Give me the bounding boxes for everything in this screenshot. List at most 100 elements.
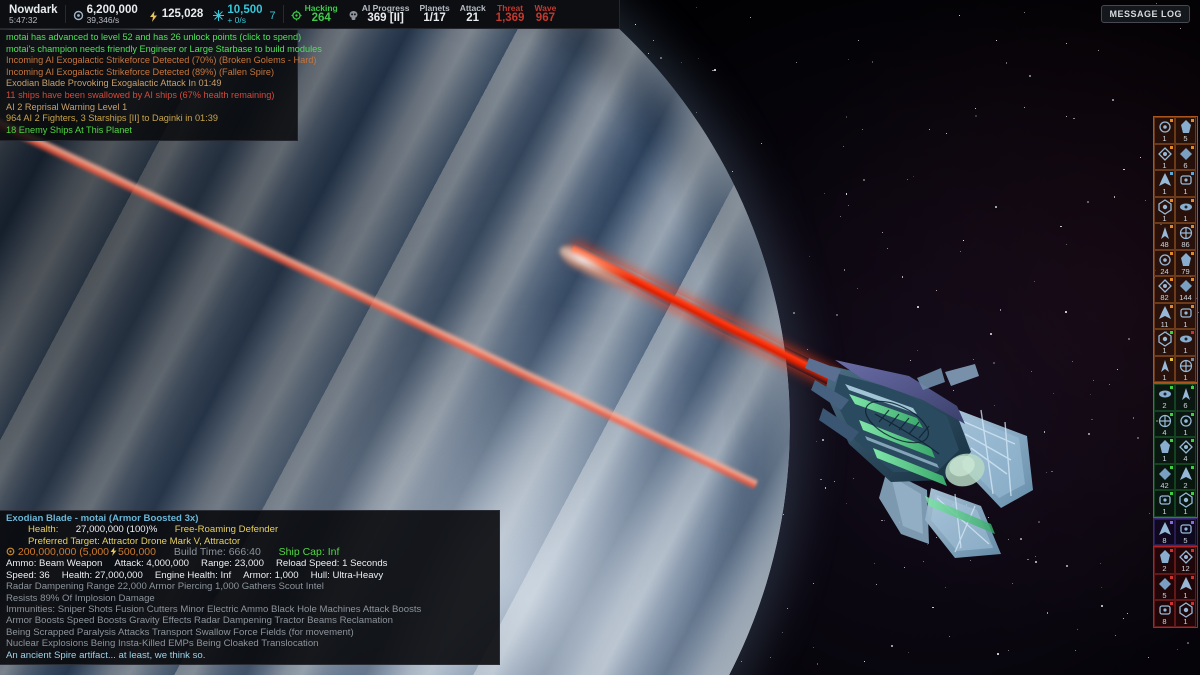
roster-cell[interactable]: 2	[1154, 384, 1175, 411]
roster-cell[interactable]: 6	[1175, 384, 1196, 411]
roster-status-marker	[1170, 119, 1173, 122]
roster-status-marker	[1191, 520, 1194, 524]
alert-message[interactable]: Incoming AI Exogalactic Strikeforce Dete…	[6, 55, 316, 67]
roster-cell[interactable]: 8	[1154, 518, 1175, 545]
roster-status-marker	[1191, 251, 1194, 255]
roster-cell-count: 1	[1183, 590, 1188, 600]
alert-panel: motai has advanced to level 52 and has 2…	[0, 30, 322, 142]
roster-cell[interactable]: 48	[1154, 223, 1175, 250]
stat-planets[interactable]: Planets 1/17	[414, 2, 454, 25]
stat-value: 36	[36, 569, 50, 581]
roster-cell[interactable]: 1	[1154, 117, 1175, 144]
alert-message[interactable]: Incoming AI Exogalactic Strikeforce Dete…	[6, 67, 293, 79]
stat-label: Engine Health:	[154, 569, 218, 581]
alert-message[interactable]: 11 ships have been swallowed by AI ships…	[6, 90, 293, 102]
roster-cell[interactable]: 1	[1175, 302, 1196, 329]
roster-cell[interactable]: 42	[1154, 463, 1175, 490]
roster-cell[interactable]: 5	[1175, 518, 1196, 545]
roster-cell[interactable]: 6	[1175, 143, 1196, 170]
roster-cell[interactable]: 2	[1154, 547, 1175, 574]
stat-attack[interactable]: Attack 21	[455, 3, 491, 25]
roster-cell-count: 5	[1183, 134, 1188, 143]
stat-value: Inf	[217, 569, 232, 581]
unit-roster-sidebar[interactable]: 1 5 1 6 1 1 1 1 48 86 24 79 82 144 11 1 1 1 1 1 2 6 4 1 1 4 42 2 1 1 8…	[1153, 116, 1198, 628]
unit-immunities: Immunities: Sniper Shots Fusion Cutters …	[6, 604, 494, 650]
roster-cell-count: 2	[1162, 564, 1167, 573]
stat-value: 1 Seconds	[339, 558, 388, 570]
roster-cell[interactable]: 1	[1175, 573, 1196, 600]
roster-cell[interactable]: 86	[1175, 223, 1196, 250]
build-time-label: Build Time:	[173, 545, 226, 558]
roster-cell[interactable]: 1	[1175, 410, 1196, 437]
roster-cell[interactable]: 1	[1175, 600, 1196, 627]
roster-cell[interactable]: 1	[1154, 490, 1175, 517]
stat-threat[interactable]: Threat 1,369	[491, 2, 530, 25]
alert-message[interactable]: Exodian Blade Provoking Exogalactic Atta…	[6, 78, 293, 90]
unit-stat-row: Ammo: Beam Weapon Attack: 4,000,000 Rang…	[6, 558, 494, 569]
resource-metal[interactable]: 6,200,000 39,346/s	[68, 4, 143, 25]
roster-cell[interactable]: 2	[1175, 463, 1196, 490]
game-time: 5:47:32	[9, 14, 38, 25]
roster-cell[interactable]: 12	[1175, 547, 1196, 574]
unit-stat-rows: Ammo: Beam Weapon Attack: 4,000,000 Rang…	[6, 558, 494, 581]
roster-cell[interactable]: 1	[1175, 329, 1196, 356]
roster-cell[interactable]: 1	[1154, 196, 1175, 223]
roster-cell[interactable]: 1	[1175, 355, 1196, 382]
hacking-icon	[291, 8, 302, 22]
roster-cell[interactable]: 1	[1154, 355, 1175, 382]
roster-cell-count: 4	[1183, 454, 1188, 463]
ai-progress-label: AI Progress	[361, 2, 410, 13]
alert-message[interactable]: 964 AI 2 Fighters, 3 Starships [II] to D…	[6, 113, 293, 125]
threat-label: Threat	[497, 2, 524, 13]
cost-line: 200,000,000 (5,000 500,000 Build Time: 6…	[6, 545, 494, 558]
roster-cell[interactable]: 79	[1175, 249, 1196, 276]
roster-cell[interactable]: 1	[1154, 170, 1175, 197]
roster-cell[interactable]: 5	[1154, 573, 1175, 600]
roster-cell-count: 1	[1162, 507, 1167, 516]
roster-cell[interactable]: 4	[1175, 437, 1196, 464]
roster-cell[interactable]: 4	[1154, 410, 1175, 437]
roster-cell[interactable]: 1	[1175, 170, 1196, 197]
roster-status-marker	[1191, 575, 1194, 579]
energy-cost-icon	[109, 546, 118, 556]
roster-cell[interactable]: 8	[1154, 600, 1175, 627]
threat-value: 1,369	[495, 12, 525, 25]
roster-cell[interactable]: 1	[1154, 329, 1175, 356]
roster-status-marker	[1170, 602, 1173, 605]
exodian-blade-ship[interactable]	[805, 348, 1040, 563]
roster-cell[interactable]: 144	[1175, 276, 1196, 303]
health-value: 27,000,000 (100)%	[75, 524, 158, 536]
alert-message[interactable]: 18 Enemy Ships At This Planet	[6, 125, 293, 137]
message-log-button[interactable]: MESSAGE LOG	[1101, 5, 1190, 23]
resource-energy[interactable]: 125,028	[143, 8, 209, 22]
roster-cell[interactable]: 1	[1175, 490, 1196, 517]
alert-message[interactable]: AI 2 Reprisal Warning Level 1	[6, 102, 293, 114]
hacking-value: 264	[311, 12, 331, 25]
planets-label: Planets	[419, 2, 450, 13]
alert-message[interactable]: motai has advanced to level 52 and has 2…	[6, 32, 301, 44]
stat-ai-progress[interactable]: AI Progress 369 [II]	[343, 2, 415, 25]
roster-status-marker	[1191, 386, 1194, 389]
roster-cell[interactable]: 1	[1175, 196, 1196, 223]
alert-message[interactable]: motai's champion needs friendly Engineer…	[6, 44, 322, 56]
roster-status-marker	[1170, 198, 1173, 202]
roster-cell-count: 1	[1183, 187, 1188, 196]
roster-cell[interactable]: 11	[1154, 302, 1175, 329]
resource-science[interactable]: 10,500 + 0/s 7	[208, 4, 280, 25]
roster-cell-count: 79	[1181, 266, 1190, 276]
roster-cell-count: 24	[1160, 266, 1169, 276]
roster-cell[interactable]: 1	[1154, 437, 1175, 464]
stat-hacking[interactable]: Hacking 264	[286, 3, 343, 25]
roster-cell-count: 1	[1162, 213, 1167, 223]
roster-status-marker	[1191, 549, 1194, 552]
unit-resist: Resists 89% Of Implosion Damage	[6, 592, 155, 604]
purple-group: 85	[1153, 517, 1198, 546]
stat-value: 1,000	[271, 569, 299, 581]
stat-wave[interactable]: Wave 967	[529, 3, 561, 25]
cost-energy: 500,000	[118, 545, 156, 558]
roster-cell[interactable]: 82	[1154, 276, 1175, 303]
roster-cell[interactable]: 1	[1154, 143, 1175, 170]
health-label: Health:	[28, 524, 59, 536]
roster-cell[interactable]: 24	[1154, 249, 1175, 276]
roster-cell[interactable]: 5	[1175, 117, 1196, 144]
